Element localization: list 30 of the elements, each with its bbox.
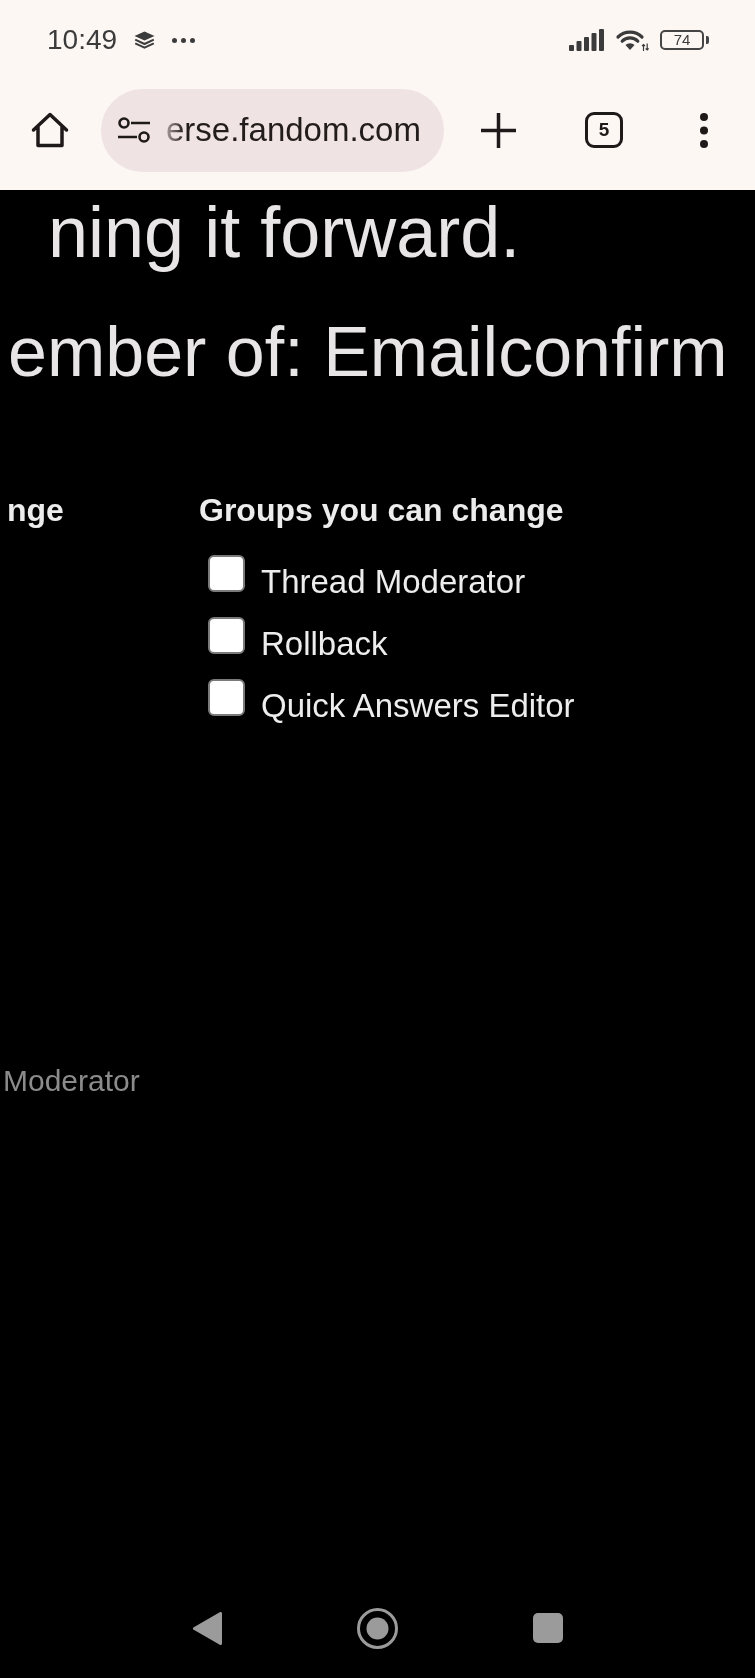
page-heading: ember of: Emailconfirm xyxy=(8,312,728,392)
status-time: 10:49 xyxy=(47,24,118,56)
column-heading: nge xyxy=(7,491,64,530)
layers-icon xyxy=(134,31,156,49)
checkbox[interactable] xyxy=(208,679,245,716)
checkbox-label[interactable]: Quick Answers Editor xyxy=(261,686,575,726)
more-dots-icon xyxy=(172,37,196,43)
nav-recents-icon[interactable] xyxy=(533,1613,563,1643)
column-heading: Groups you can change xyxy=(199,491,564,530)
signal-icon xyxy=(569,29,604,51)
sliders-icon[interactable] xyxy=(118,117,150,143)
home-icon xyxy=(31,112,69,148)
checkbox[interactable] xyxy=(208,617,245,654)
address-bar[interactable]: erse.fandom.com xyxy=(101,88,444,172)
nav-back-icon[interactable] xyxy=(193,1611,222,1645)
dots-menu-icon xyxy=(700,112,708,148)
new-tab-button[interactable] xyxy=(481,112,516,148)
tab-switcher-button[interactable]: 5 xyxy=(585,112,623,148)
menu-button[interactable] xyxy=(700,112,708,148)
wifi-icon xyxy=(615,29,649,51)
plus-icon xyxy=(481,112,516,148)
checkbox-label[interactable]: Rollback xyxy=(261,624,388,664)
nav-home-icon[interactable] xyxy=(357,1607,398,1649)
battery-percentage: 74 xyxy=(673,32,691,48)
checkbox[interactable] xyxy=(208,555,245,592)
paragraph-text: ning it forward. xyxy=(48,192,521,272)
group-name-text: Moderator xyxy=(3,1063,140,1099)
url-text: erse.fandom.com xyxy=(166,110,421,150)
checkbox-label[interactable]: Thread Moderator xyxy=(261,562,526,602)
home-button[interactable] xyxy=(31,112,69,148)
